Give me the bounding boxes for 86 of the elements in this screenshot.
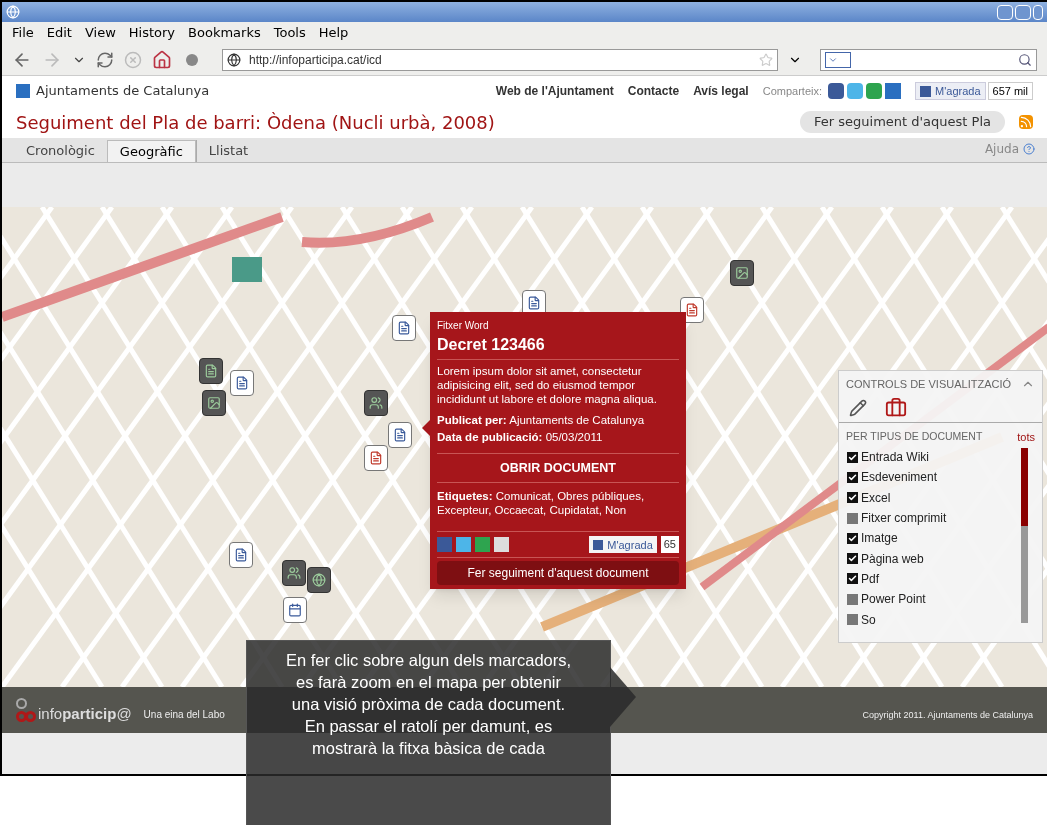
filter-label[interactable]: Power Point [861,590,926,609]
extension-icon[interactable] [186,53,198,66]
map-marker-icon[interactable] [282,560,306,586]
filter-label[interactable]: Pdf [861,569,879,588]
document-description: Lorem ipsum dolor sit amet, consectetur adipisicing elit, sed do eiusmod tempor incididunt ut labore et dolore magna aliqua. [437,364,658,406]
filter-label[interactable]: Entrada Wiki [861,448,930,467]
open-document-button[interactable]: OBRIR DOCUMENT [437,453,679,484]
follow-plan-button[interactable]: Fer seguiment d'aquest Pla [800,111,1005,133]
scrollbar-thumb[interactable] [1021,448,1028,526]
home-icon[interactable] [152,49,172,70]
follow-document-button[interactable]: Fer seguiment d'aquest document [437,561,679,586]
map-marker-icon[interactable] [364,445,388,471]
share-label: Comparteix: [762,83,822,99]
menu-item[interactable]: Tools [273,23,306,43]
like-button[interactable]: M'agrada [915,82,986,100]
map-marker-icon[interactable] [364,390,388,416]
briefcase-icon[interactable] [885,396,907,419]
header-link[interactable]: Web de l'Ajuntament [495,82,614,100]
maximize-icon[interactable] [1015,4,1031,20]
checkbox[interactable] [847,593,858,605]
site-name[interactable]: Ajuntaments de Catalunya [36,81,210,101]
checkbox[interactable] [847,451,858,463]
site-logo-icon [16,84,30,98]
view-tab[interactable]: Geogràfic [106,140,196,162]
filter-label[interactable]: Imatge [861,529,898,548]
filter-label[interactable]: Pàgina web [861,549,924,568]
view-tab[interactable]: Llistat [195,140,261,162]
select-all-link[interactable]: tots [1017,428,1035,445]
checkbox[interactable] [847,553,858,565]
publication-date: Data de publicació: 05/03/2011 [437,429,679,454]
checkbox[interactable] [847,573,858,585]
map-marker-icon[interactable] [230,370,254,396]
copyright-text: Copyright 2011. Ajuntaments de Catalunya [862,709,1033,723]
map-marker-icon[interactable] [307,567,331,593]
document-title: Decret 123466 [437,333,679,360]
close-icon[interactable] [1033,4,1043,20]
map-marker-icon[interactable] [199,358,223,384]
document-type: Fitxer Word [437,319,490,333]
address-field[interactable]: http://infoparticipa.cat/icd [222,48,778,71]
page-title: Seguiment del Pla de barri: Òdena (Nucli urbà, 2008) [16,110,495,135]
header-link[interactable]: Avís legal [693,82,749,100]
checkbox[interactable] [847,492,858,504]
menu-item[interactable]: Help [318,23,349,43]
filter-label[interactable]: Fitxer comprimit [861,509,947,528]
filter-label[interactable]: So [861,610,876,629]
like-count: 657 mil [987,82,1033,100]
map-marker-icon[interactable] [680,297,704,323]
map-marker-icon[interactable] [229,542,253,568]
checkbox[interactable] [847,512,858,524]
reload-icon[interactable] [96,50,114,69]
map-marker-icon[interactable] [283,597,307,623]
callout-text: En fer clic sobre algun dels marcadors, es farà zoom en el mapa per obtenir una visió pròxima de cada document. En passar el ratolí per damunt, es mostrarà la fitxa bàsica de cada [285,650,572,759]
menu-item[interactable]: View [84,23,116,43]
scrollbar[interactable] [1021,448,1028,623]
view-tab[interactable]: Cronològic [14,140,107,162]
map-marker-icon[interactable] [388,422,412,448]
checkbox[interactable] [847,532,858,544]
browser-logo-icon [6,5,20,19]
brand-name: infoparticip@ [38,703,132,724]
like-count: 65 [660,536,679,554]
menu-item[interactable]: Bookmarks [188,23,261,43]
minimize-icon[interactable] [997,4,1013,20]
footer-credit: Una eina del Labo [143,707,225,722]
document-tags: Etiquetes: Comunicat, Obres públiques, Excepteur, Occaecat, Cupidatat, Non [437,489,679,533]
section-title: PER TIPUS DE DOCUMENT [846,428,983,444]
panel-title: CONTROLS DE VISUALITZACIÓ [846,377,1012,392]
map-marker-icon[interactable] [730,260,754,286]
pencil-icon[interactable] [849,398,867,417]
map-marker-icon[interactable] [202,390,226,416]
menu-item[interactable]: File [12,23,34,43]
search-field[interactable] [820,48,1037,71]
menu-item[interactable]: Edit [46,23,72,43]
checkbox[interactable] [847,471,858,483]
search-icon[interactable] [1018,52,1032,67]
search-engine-icon[interactable] [825,51,851,68]
header-link[interactable]: Contacte [627,82,680,100]
filter-label[interactable]: Esdeveniment [861,468,938,487]
brand-logo-icon [16,698,36,722]
menu-item[interactable]: History [128,23,176,43]
like-button[interactable]: M'agrada [589,536,657,554]
map-marker-icon[interactable] [392,315,416,341]
site-identity-icon [227,52,241,67]
bookmark-star-icon[interactable] [759,52,773,67]
checkbox[interactable] [847,614,858,625]
publisher-line: Publicat per: Ajuntaments de Catalunya [437,413,646,428]
filter-label[interactable]: Excel [861,488,891,507]
